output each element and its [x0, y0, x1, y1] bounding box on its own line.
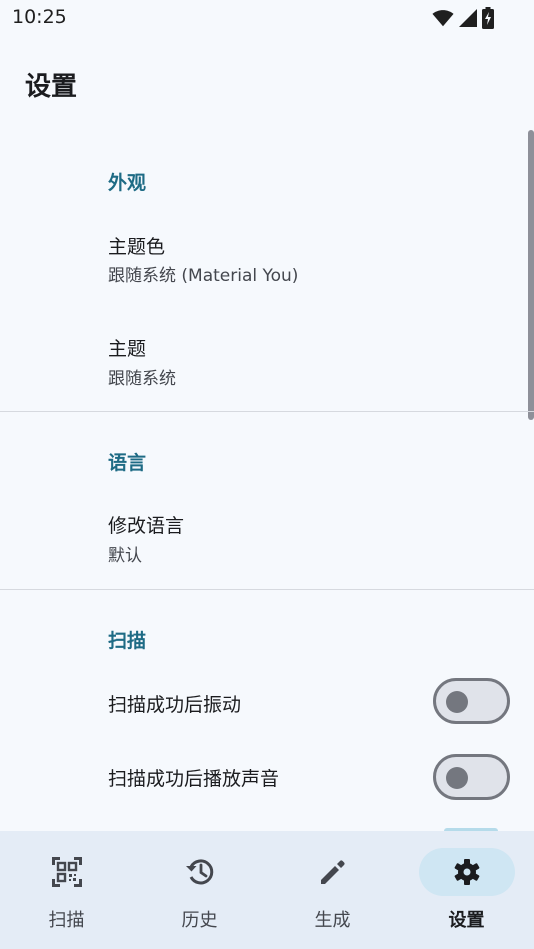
status-time: 10:25 [12, 6, 67, 28]
section-header-appearance: 外观 [108, 172, 147, 194]
sound-switch[interactable] [433, 754, 510, 800]
wifi-icon [432, 8, 454, 28]
nav-item-label: 设置 [448, 910, 485, 931]
page-title: 设置 [25, 72, 78, 102]
nav-item-scan[interactable]: 扫描 [0, 831, 133, 949]
divider [0, 589, 534, 590]
nav-item-label: 生成 [314, 910, 351, 931]
nav-item-generate[interactable]: 生成 [266, 831, 399, 949]
vibrate-switch[interactable] [433, 678, 510, 724]
pref-change-language-summary: 默认 [108, 546, 142, 566]
pref-theme-color-summary: 跟随系统 (Material You) [108, 266, 299, 286]
nav-item-label: 历史 [181, 910, 218, 931]
nav-item-history[interactable]: 历史 [133, 831, 266, 949]
pref-sound-title: 扫描成功后播放声音 [108, 768, 280, 790]
bottom-navigation: 扫描 历史 生成 设置 [0, 831, 534, 949]
pref-vibrate-title: 扫描成功后振动 [108, 694, 242, 716]
battery-charging-icon [482, 7, 494, 29]
switch-thumb [446, 767, 468, 789]
signal-icon [458, 8, 478, 28]
gear-icon [449, 854, 485, 890]
pref-theme-title: 主题 [108, 338, 147, 360]
settings-screen: 10:25 设置 外观 主题色 跟随系统 (Material You) 主题 跟… [0, 0, 534, 949]
switch-thumb [446, 691, 468, 713]
status-bar: 10:25 [0, 0, 534, 36]
divider [0, 411, 534, 412]
pref-theme-color-title: 主题色 [108, 236, 166, 258]
nav-item-label: 扫描 [48, 910, 85, 931]
scrollbar[interactable] [528, 130, 534, 420]
qr-code-scan-icon [49, 854, 85, 890]
pref-theme-summary: 跟随系统 [108, 369, 176, 389]
pref-change-language-title: 修改语言 [108, 515, 185, 537]
nav-item-settings[interactable]: 设置 [400, 831, 533, 949]
history-icon [182, 854, 218, 890]
status-icons [432, 7, 494, 29]
section-header-language: 语言 [108, 452, 147, 474]
pencil-icon [315, 854, 351, 890]
section-header-scan: 扫描 [108, 630, 147, 652]
